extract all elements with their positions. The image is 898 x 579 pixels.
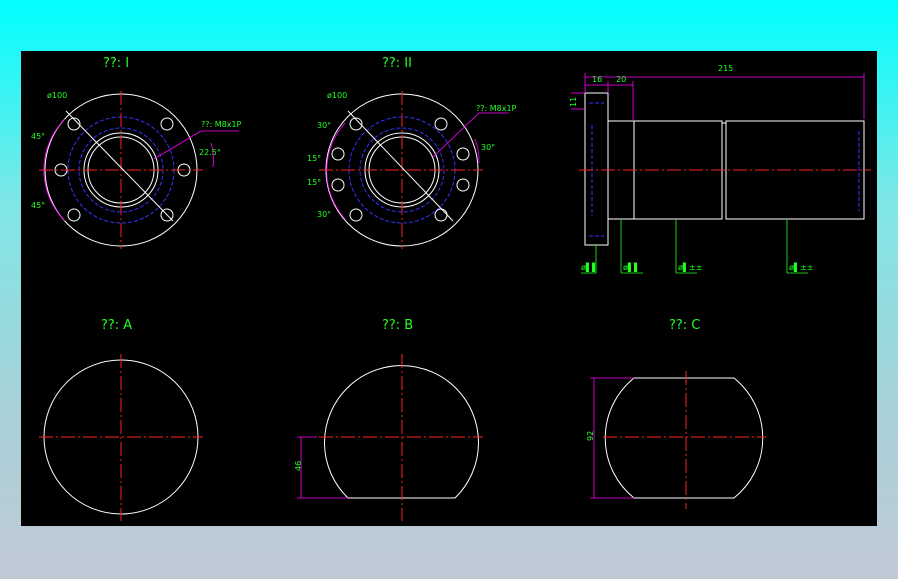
dim-b-label: 20 (616, 75, 626, 84)
bolt-hole (434, 117, 448, 131)
thread-label: ??: M8x1P (476, 104, 517, 113)
angle-label: 15° (307, 154, 321, 163)
dim-label: 92 (586, 431, 595, 441)
angle-label: 30° (317, 121, 331, 130)
view-1-title: ??: I (103, 56, 129, 71)
flange-profile (584, 92, 609, 246)
angle-label: 45° (31, 132, 45, 141)
view-2: ??: II ø100 ??: M8x1P 30° 15° 15° 30° 30… (307, 56, 517, 249)
diameter-label: ø100 (47, 91, 67, 100)
bolt-hole (456, 178, 470, 192)
dim-total-label: 215 (718, 64, 733, 73)
bolt-hole (349, 208, 363, 222)
bolt-hole (160, 117, 174, 131)
bolt-hole (331, 147, 345, 161)
diameter-label: ø100 (327, 91, 347, 100)
bolt-hole (331, 178, 345, 192)
angle-label: 22.5° (199, 148, 221, 157)
angle-label: 30° (317, 210, 331, 219)
leader-label: ø▌▌ (581, 262, 598, 272)
dim-a-label: 16 (592, 75, 602, 84)
view-c: ??: C 92 (586, 318, 766, 509)
bolt-hole (434, 208, 448, 222)
view-c-title: ??: C (669, 318, 700, 333)
view-2-title: ??: II (382, 56, 412, 71)
view-1: ??: I ø100 ??: M8x1P 45° 45° 22.5° (31, 56, 242, 249)
view-b-title: ??: B (382, 318, 413, 333)
section-c-profile (604, 377, 764, 499)
leader-label: ø▌▌ (623, 262, 640, 272)
diameter-leader (347, 110, 454, 222)
angle-label: 45° (31, 201, 45, 210)
angle-label: 30° (481, 143, 495, 152)
bolt-hole (456, 147, 470, 161)
view-b: ??: B 46 (294, 318, 483, 521)
angle-arc (326, 122, 346, 220)
thread-leader (432, 112, 480, 158)
cad-drawing-canvas[interactable]: ??: I ø100 ??: M8x1P 45° 45° 22.5° ??: I… (21, 51, 877, 526)
dim-label: 46 (294, 461, 303, 471)
thread-label: ??: M8x1P (201, 120, 242, 129)
bolt-hole (67, 208, 81, 222)
dim-c-label: 11 (569, 97, 578, 107)
leader-label: ø▌±± (789, 262, 813, 272)
view-a: ??: A (39, 318, 203, 521)
leader-label: ø▌±± (678, 262, 702, 272)
view-a-title: ??: A (101, 318, 132, 333)
cad-drawing: ??: I ø100 ??: M8x1P 45° 45° 22.5° ??: I… (31, 56, 871, 521)
side-view: 215 16 20 11 ø▌▌ ø▌▌ ø▌±± ø▌±± (569, 64, 871, 274)
diameter-leader (65, 110, 174, 222)
angle-label: 15° (307, 178, 321, 187)
